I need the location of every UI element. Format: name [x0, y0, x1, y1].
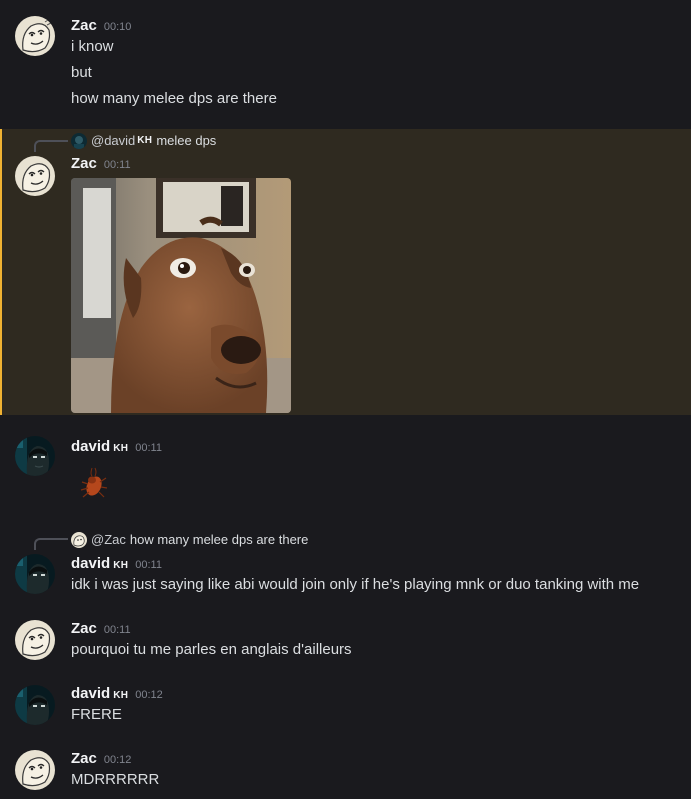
- message-group: @Zac how many melee dps are there david K…: [0, 528, 691, 600]
- message-header: Zac 00:11: [71, 618, 131, 640]
- reply-preview[interactable]: @Zac how many melee dps are there: [71, 531, 308, 549]
- message-text: MDRRRRRR: [71, 771, 160, 788]
- timestamp[interactable]: 00:10: [104, 21, 132, 33]
- message-header: Zac 00:12: [71, 748, 131, 770]
- message-group: Zac 00:11 pourquoi tu me parles en anglai…: [0, 612, 691, 672]
- message-header: david KH 00:12: [71, 683, 163, 705]
- username[interactable]: david: [71, 555, 110, 572]
- username[interactable]: david: [71, 685, 110, 702]
- dog-photo-icon: [71, 178, 291, 413]
- message-group-highlighted: @david KH melee dps Zac 00:11: [0, 129, 691, 415]
- username[interactable]: Zac: [71, 750, 97, 767]
- avatar-zac[interactable]: [15, 620, 55, 660]
- message-text: i know: [71, 38, 114, 55]
- message-text: but: [71, 64, 92, 81]
- zac-avatar-icon: [15, 156, 55, 196]
- timestamp[interactable]: 00:11: [135, 442, 162, 454]
- username[interactable]: Zac: [71, 155, 97, 172]
- avatar-zac[interactable]: [15, 750, 55, 790]
- reply-spine: [34, 140, 68, 152]
- message-header: david KH 00:11: [71, 553, 162, 575]
- username[interactable]: Zac: [71, 17, 97, 34]
- user-tag: KH: [113, 690, 129, 701]
- reply-mention[interactable]: @Zac: [91, 531, 126, 549]
- avatar-david[interactable]: [15, 436, 55, 476]
- avatar-david[interactable]: [15, 685, 55, 725]
- message-header: david KH 00:11: [71, 436, 162, 458]
- message-text: pourquoi tu me parles en anglais d'aille…: [71, 641, 352, 658]
- timestamp[interactable]: 00:11: [135, 559, 162, 571]
- avatar-zac[interactable]: [15, 16, 55, 56]
- message-text: FRERE: [71, 706, 122, 723]
- zac-avatar-icon: [15, 620, 55, 660]
- zac-avatar-icon: [15, 16, 55, 56]
- zac-avatar-icon: [15, 750, 55, 790]
- david-mini-avatar-icon: [71, 133, 87, 149]
- message-header: Zac 00:11: [71, 153, 131, 175]
- avatar-zac[interactable]: [15, 156, 55, 196]
- username[interactable]: Zac: [71, 620, 97, 637]
- timestamp[interactable]: 00:12: [135, 689, 163, 701]
- message-text: how many melee dps are there: [71, 90, 277, 107]
- david-avatar-icon: [15, 554, 55, 594]
- zac-mini-avatar-icon: [71, 532, 87, 548]
- reply-spine: [34, 538, 68, 550]
- dog-image[interactable]: [71, 178, 291, 413]
- message-text: idk i was just saying like abi would joi…: [71, 576, 640, 593]
- username[interactable]: david: [71, 438, 110, 455]
- cockroach-emoji[interactable]: [80, 466, 112, 502]
- david-avatar-icon: [15, 436, 55, 476]
- user-tag: KH: [113, 560, 129, 571]
- reply-preview[interactable]: @david KH melee dps: [71, 132, 216, 150]
- reply-tag: KH: [137, 135, 153, 146]
- timestamp[interactable]: 00:11: [104, 159, 131, 171]
- message-header: Zac 00:10: [71, 15, 131, 37]
- message-group: david KH 00:11: [0, 420, 691, 505]
- reply-text[interactable]: how many melee dps are there: [130, 531, 308, 549]
- user-tag: KH: [113, 443, 129, 454]
- david-avatar-icon: [15, 685, 55, 725]
- message-group: Zac 00:12 MDRRRRRR: [0, 742, 691, 799]
- cockroach-icon: [80, 467, 108, 498]
- message-group: Zac 00:10 i know but how many melee dps a…: [0, 0, 691, 128]
- reply-text[interactable]: melee dps: [156, 132, 216, 150]
- timestamp[interactable]: 00:12: [104, 754, 132, 766]
- message-group: david KH 00:12 FRERE: [0, 677, 691, 737]
- reply-mention[interactable]: @david: [91, 132, 135, 150]
- timestamp[interactable]: 00:11: [104, 624, 131, 636]
- avatar-david[interactable]: [15, 554, 55, 594]
